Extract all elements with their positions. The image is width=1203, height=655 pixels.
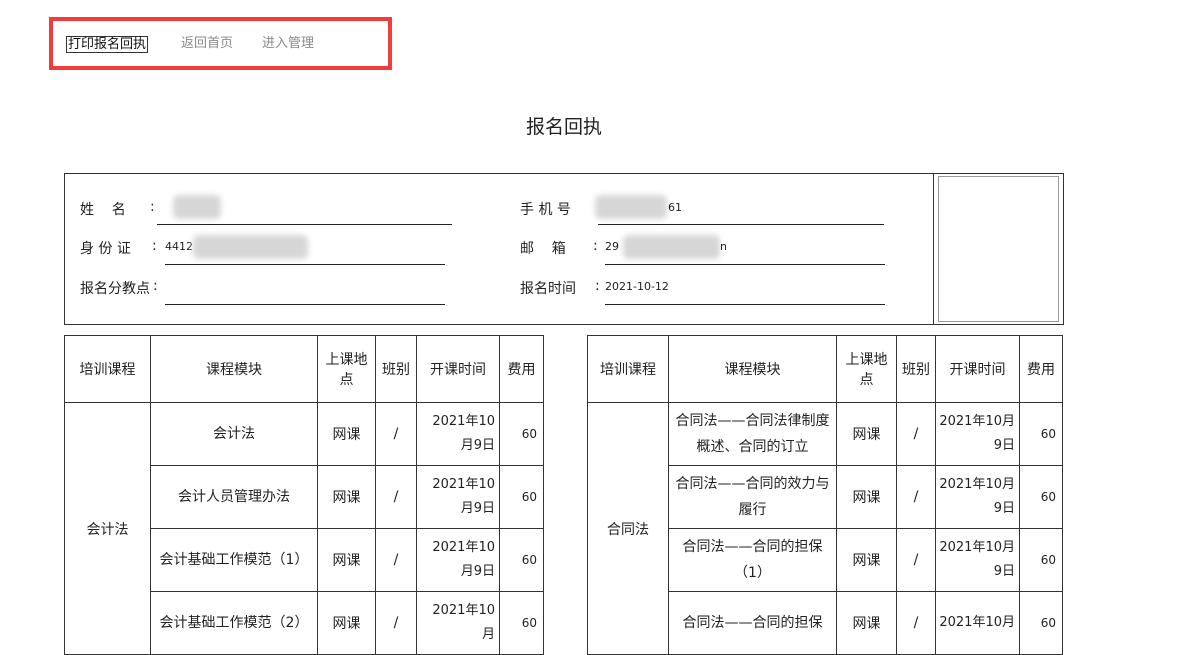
email-redacted (623, 235, 720, 259)
course-name: 合同法 (587, 402, 669, 655)
admin-link[interactable]: 进入管理 (262, 36, 314, 51)
course-table-left: 培训课程 课程模块 上课地点 班别 开课时间 费用 会计法 会计法 网课 / 2… (64, 335, 544, 655)
class-cell: / (375, 528, 417, 592)
module-cell: 会计基础工作模范（2） (150, 591, 318, 655)
date-cell: 2021年10月9日 (935, 402, 1020, 466)
id-underline (165, 264, 445, 265)
location-cell: 网课 (836, 528, 897, 592)
location-cell: 网课 (317, 591, 376, 655)
module-cell: 合同法——合同法律制度概述、合同的订立 (668, 402, 837, 466)
phone-underline (598, 224, 884, 225)
date-cell: 2021年10月 (416, 591, 500, 655)
email-value: 29 (605, 240, 619, 253)
fee-cell: 60 (499, 591, 544, 655)
date-cell: 2021年10月9日 (935, 528, 1020, 592)
phone-value: 61 (668, 201, 682, 214)
name-colon: : (150, 199, 155, 215)
location-cell: 网课 (317, 465, 376, 529)
id-label: 身 份 证 (80, 241, 131, 257)
header-fee: 费用 (1019, 335, 1063, 403)
time-underline (605, 304, 885, 305)
top-nav-highlight: 打印报名回执 返回首页 进入管理 (49, 17, 392, 70)
class-cell: / (896, 528, 936, 592)
date-cell: 2021年10月 (935, 591, 1020, 655)
class-cell: / (896, 465, 936, 529)
module-cell: 合同法——合同的担保 (668, 591, 837, 655)
header-class: 班别 (896, 335, 936, 403)
id-value: 4412 (165, 240, 193, 253)
table-row: 合同法 合同法——合同法律制度概述、合同的订立 网课 / 2021年10月9日 … (587, 402, 1063, 655)
header-class: 班别 (375, 335, 417, 403)
email-tail: n (720, 240, 727, 253)
page-title: 报名回执 (525, 116, 602, 138)
header-module: 课程模块 (150, 335, 318, 403)
id-redacted (193, 235, 308, 259)
email-label: 邮 箱 (520, 241, 566, 257)
branch-colon: : (153, 278, 158, 294)
email-underline (605, 264, 885, 265)
table-row: 会计法 会计法 网课 / 2021年10月9日 60 (64, 402, 544, 655)
class-cell: / (896, 591, 936, 655)
location-cell: 网课 (836, 402, 897, 466)
fee-cell: 60 (1019, 465, 1063, 529)
module-cell: 合同法——合同的担保（1） (668, 528, 837, 592)
course-name: 会计法 (64, 402, 151, 655)
date-cell: 2021年10月9日 (416, 402, 500, 466)
name-label: 姓 名 (80, 202, 126, 218)
fee-cell: 60 (499, 402, 544, 466)
fee-cell: 60 (1019, 528, 1063, 592)
header-module: 课程模块 (668, 335, 837, 403)
name-underline (157, 224, 452, 225)
header-course: 培训课程 (587, 335, 669, 403)
table-header-row: 培训课程 课程模块 上课地点 班别 开课时间 费用 (64, 335, 544, 403)
header-location: 上课地点 (836, 335, 897, 403)
module-cell: 合同法——合同的效力与履行 (668, 465, 837, 529)
fee-cell: 60 (1019, 402, 1063, 466)
phone-label: 手 机 号 (520, 202, 571, 218)
phone-redacted (595, 195, 667, 219)
course-table-right: 培训课程 课程模块 上课地点 班别 开课时间 费用 合同法 合同法——合同法律制… (587, 335, 1063, 655)
header-date: 开课时间 (416, 335, 500, 403)
header-location: 上课地点 (317, 335, 376, 403)
class-cell: / (375, 465, 417, 529)
branch-underline (165, 304, 445, 305)
fee-cell: 60 (499, 528, 544, 592)
class-cell: / (375, 591, 417, 655)
fee-cell: 60 (1019, 591, 1063, 655)
time-value: 2021-10-12 (605, 280, 669, 293)
class-cell: / (375, 402, 417, 466)
module-cell: 会计法 (150, 402, 318, 466)
header-date: 开课时间 (935, 335, 1020, 403)
branch-label: 报名分教点 (80, 281, 150, 297)
print-receipt-button[interactable]: 打印报名回执 (66, 36, 149, 53)
fee-cell: 60 (499, 465, 544, 529)
module-cell: 会计人员管理办法 (150, 465, 318, 529)
location-cell: 网课 (317, 402, 376, 466)
module-cell: 会计基础工作模范（1） (150, 528, 318, 592)
header-course: 培训课程 (64, 335, 151, 403)
header-fee: 费用 (499, 335, 544, 403)
location-cell: 网课 (836, 591, 897, 655)
time-label: 报名时间 (520, 281, 576, 297)
name-redacted (173, 195, 221, 219)
table-header-row: 培训课程 课程模块 上课地点 班别 开课时间 费用 (587, 335, 1063, 403)
location-cell: 网课 (836, 465, 897, 529)
class-cell: / (896, 402, 936, 466)
date-cell: 2021年10月9日 (935, 465, 1020, 529)
applicant-info-box: 姓 名 : 手 机 号 61 身 份 证 : 4412 邮 箱 : 29 n 报… (64, 173, 1064, 325)
date-cell: 2021年10月9日 (416, 528, 500, 592)
home-link[interactable]: 返回首页 (181, 36, 233, 51)
location-cell: 网课 (317, 528, 376, 592)
date-cell: 2021年10月9日 (416, 465, 500, 529)
id-colon: : (152, 238, 157, 254)
photo-box (933, 174, 1063, 324)
time-colon: : (595, 278, 600, 294)
email-colon: : (593, 238, 598, 254)
